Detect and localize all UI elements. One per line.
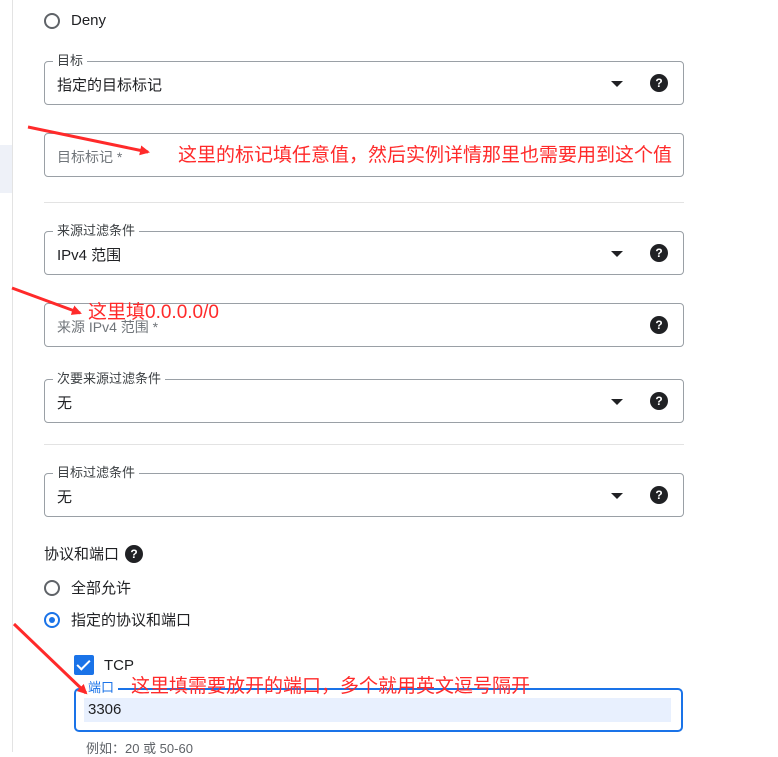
annotation-arrow-ipv4: [11, 286, 82, 315]
annotation-arrow-port: [12, 622, 88, 695]
annotation-ipv4-note: 这里填0.0.0.0/0: [88, 302, 219, 323]
annotation-tags-note: 这里的标记填任意值，然后实例详情那里也需要用到这个值: [178, 145, 673, 166]
annotation-port-note: 这里填需要放开的端口，多个就用英文逗号隔开: [131, 676, 531, 697]
annotation-arrows: [11, 125, 150, 695]
annotation-arrow-tags: [27, 125, 150, 156]
